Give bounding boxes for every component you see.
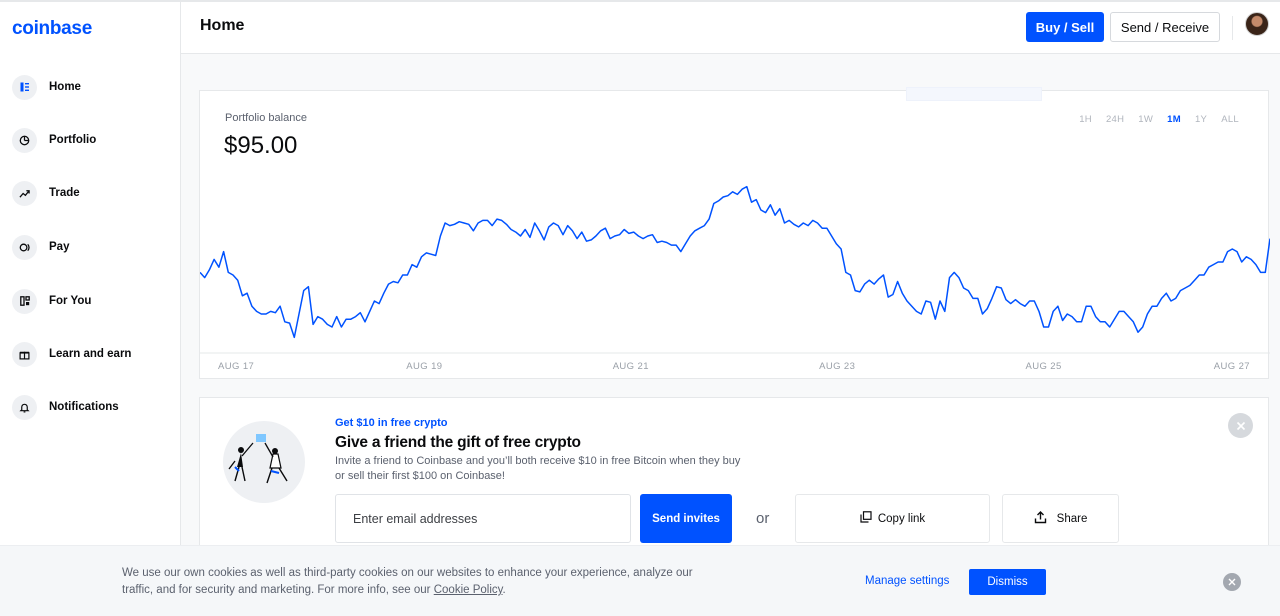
sidebar-item-label: For You bbox=[49, 295, 92, 307]
copy-link-button[interactable]: Copy link bbox=[795, 494, 990, 543]
cookie-banner: We use our own cookies as well as third-… bbox=[0, 545, 1280, 616]
sidebar-item-notifications[interactable]: Notifications bbox=[12, 394, 119, 420]
cookie-period: . bbox=[502, 584, 506, 596]
buy-sell-button[interactable]: Buy / Sell bbox=[1026, 12, 1104, 42]
page-title: Home bbox=[200, 17, 245, 34]
copy-link-label: Copy link bbox=[877, 512, 926, 525]
manage-settings-link[interactable]: Manage settings bbox=[865, 575, 949, 587]
referral-card: Get $10 in free crypto Give a friend the… bbox=[199, 397, 1269, 557]
x-tick-label: AUG 25 bbox=[1025, 361, 1061, 372]
portfolio-chart-card: Portfolio balance $95.00 1H 24H 1W 1M 1Y ALL … bbox=[199, 87, 1270, 380]
pie-chart-icon bbox=[12, 127, 37, 153]
sidebar-item-label: Trade bbox=[49, 187, 80, 199]
x-tick-label: AUG 19 bbox=[406, 361, 442, 372]
portfolio-series-line bbox=[200, 185, 1270, 339]
sidebar-item-portfolio[interactable]: Portfolio bbox=[12, 127, 96, 153]
referral-description: Invite a friend to Coinbase and you’ll b… bbox=[335, 455, 741, 482]
sidebar-item-label: Pay bbox=[49, 241, 70, 253]
trend-icon bbox=[12, 180, 37, 206]
gift-icon bbox=[12, 341, 37, 367]
copy-icon bbox=[860, 511, 872, 526]
coinbase-logo[interactable]: coinbase bbox=[12, 18, 92, 40]
pay-icon bbox=[12, 234, 37, 260]
email-field[interactable] bbox=[335, 494, 631, 543]
referral-kicker: Get $10 in free crypto bbox=[335, 417, 448, 429]
close-icon[interactable] bbox=[1223, 573, 1241, 591]
x-tick-label: AUG 21 bbox=[613, 361, 649, 372]
dismiss-button[interactable]: Dismiss bbox=[969, 569, 1046, 595]
x-tick-label: AUG 23 bbox=[819, 361, 855, 372]
send-invites-button[interactable]: Send invites bbox=[640, 494, 732, 543]
sidebar-item-label: Home bbox=[49, 81, 81, 93]
cookie-message: We use our own cookies as well as third-… bbox=[122, 567, 693, 596]
sidebar-item-learn-and-earn[interactable]: Learn and earn bbox=[12, 341, 131, 367]
x-tick-label: AUG 27 bbox=[1214, 361, 1250, 372]
share-label: Share bbox=[1056, 512, 1088, 525]
sidebar-item-for-you[interactable]: For You bbox=[12, 288, 91, 314]
x-tick-label: AUG 17 bbox=[218, 361, 254, 372]
friends-illustration bbox=[223, 421, 305, 503]
cookie-text: We use our own cookies as well as third-… bbox=[122, 565, 712, 599]
send-receive-button[interactable]: Send / Receive bbox=[1110, 12, 1220, 42]
bell-icon bbox=[12, 394, 37, 420]
sidebar-item-home[interactable]: Home bbox=[12, 74, 81, 100]
sidebar-item-pay[interactable]: Pay bbox=[12, 234, 69, 260]
sidebar-item-label: Learn and earn bbox=[49, 348, 132, 360]
sidebar-item-label: Portfolio bbox=[49, 134, 97, 146]
grid-icon bbox=[12, 288, 37, 314]
top-header: Home Buy / Sell Send / Receive bbox=[181, 2, 1280, 54]
avatar[interactable] bbox=[1245, 12, 1269, 36]
sidebar: coinbase Home Portfolio Trade Pay For Yo… bbox=[0, 2, 181, 616]
or-separator: or bbox=[756, 510, 770, 527]
referral-title: Give a friend the gift of free crypto bbox=[335, 434, 581, 451]
share-icon bbox=[1034, 510, 1047, 527]
cookie-policy-link[interactable]: Cookie Policy bbox=[434, 584, 503, 596]
header-divider bbox=[1232, 16, 1233, 40]
home-icon bbox=[12, 74, 37, 100]
sidebar-item-label: Notifications bbox=[49, 401, 119, 413]
close-icon[interactable] bbox=[1228, 413, 1253, 438]
share-button[interactable]: Share bbox=[1002, 494, 1119, 543]
portfolio-line-chart[interactable]: AUG 17 AUG 19 AUG 21 AUG 23 AUG 25 AUG 27 bbox=[200, 91, 1270, 380]
sidebar-item-trade[interactable]: Trade bbox=[12, 180, 80, 206]
